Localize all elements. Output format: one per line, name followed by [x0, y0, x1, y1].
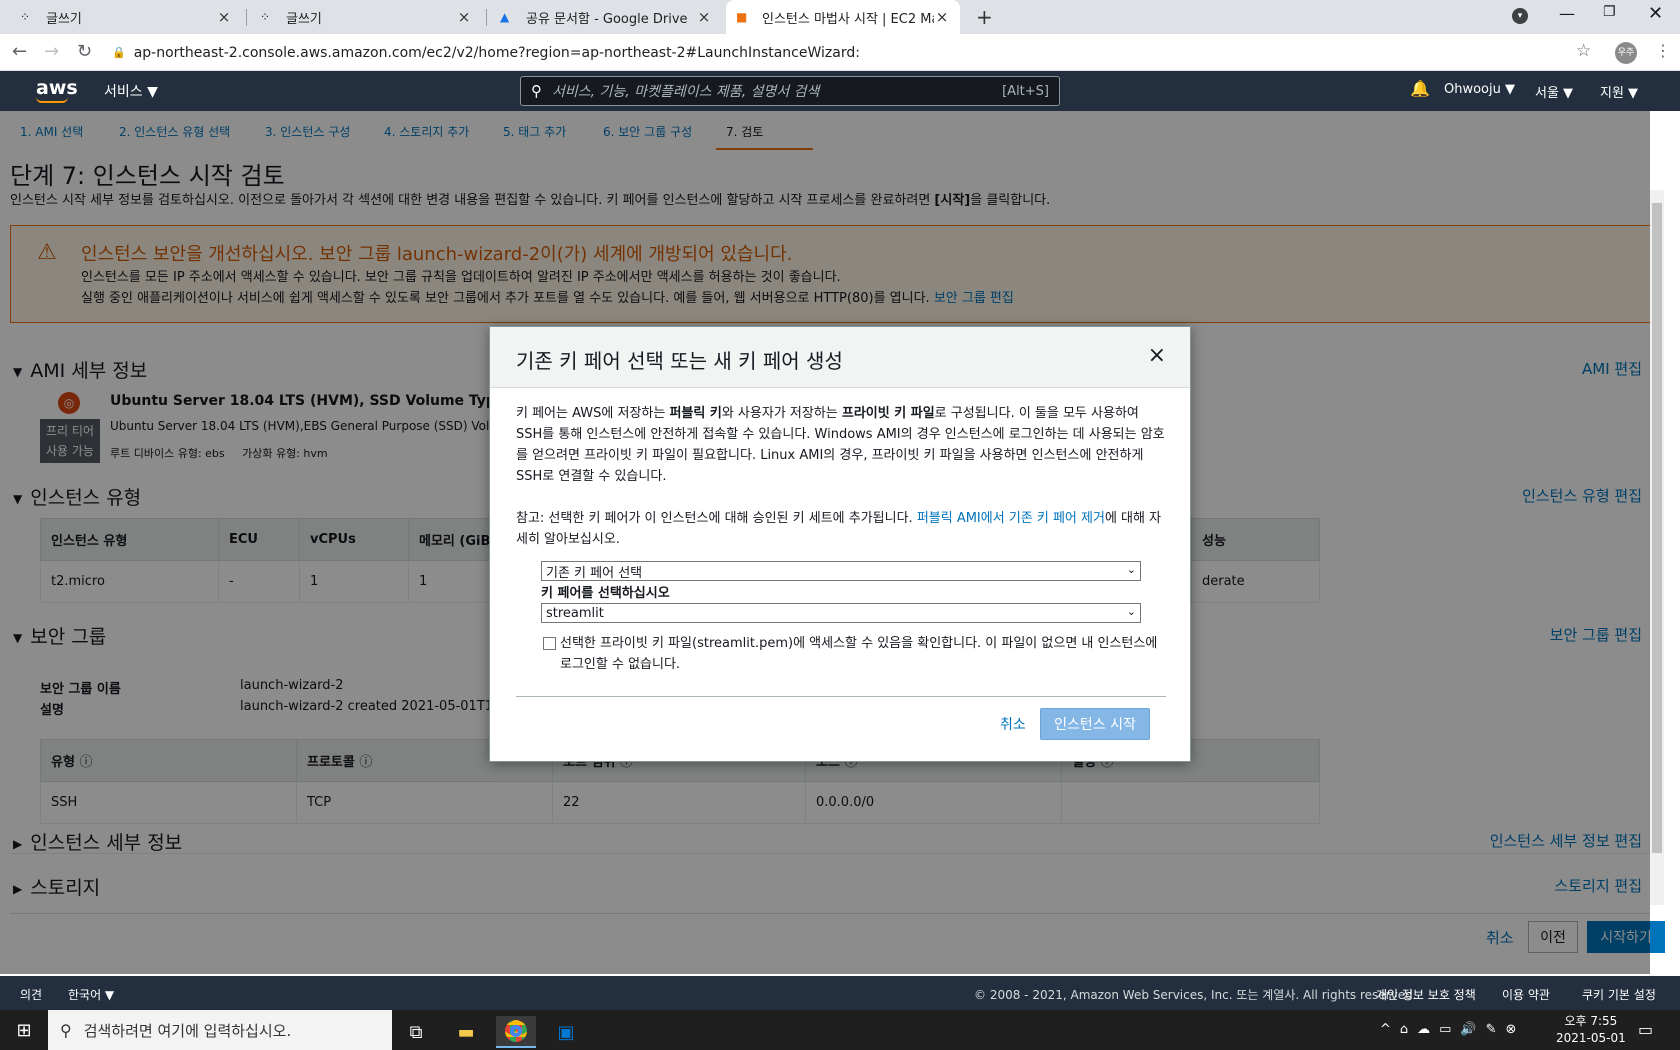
- tab-title: 공유 문서함 - Google Drive: [526, 11, 688, 27]
- feedback-link[interactable]: 의견: [20, 986, 42, 1003]
- dialog-title: 기존 키 페어 선택 또는 새 키 페어 생성: [516, 349, 843, 373]
- clock[interactable]: 오후 7:55 2021-05-01: [1556, 1013, 1626, 1047]
- dialog-header: 기존 키 페어 선택 또는 새 키 페어 생성 ×: [490, 327, 1190, 388]
- search-icon: ⚲: [531, 82, 542, 100]
- account-menu[interactable]: Ohwooju ▼: [1444, 82, 1515, 97]
- restore-icon[interactable]: ❐: [1603, 4, 1616, 20]
- system-tray-icons[interactable]: ^⌂☁▭🔊✎⊗: [1380, 1022, 1525, 1037]
- browser-tab-2[interactable]: ⁘ 글쓰기 ×: [250, 0, 482, 34]
- url-text: ap-northeast-2.console.aws.amazon.com/ec…: [133, 44, 860, 61]
- tab-search-icon[interactable]: ▾: [1512, 8, 1528, 24]
- cookies-link[interactable]: 쿠키 기본 설정: [1582, 986, 1656, 1003]
- dialog-close-icon[interactable]: ×: [1148, 343, 1166, 368]
- key-pair-select[interactable]: streamlit ⌄: [541, 603, 1141, 623]
- address-bar: ← → ↻ 🔒 ap-northeast-2.console.aws.amazo…: [0, 34, 1680, 71]
- aws-cube-icon: ■: [736, 10, 748, 24]
- profile-avatar[interactable]: 우주: [1615, 42, 1637, 64]
- back-icon[interactable]: ←: [12, 41, 27, 62]
- dialog-body: 키 페어는 AWS에 저장하는 퍼블릭 키와 사용자가 저장하는 프라이빗 키 …: [516, 403, 1168, 550]
- aws-top-nav: aws 서비스 ▼ ⚲ 서비스, 기능, 마켓플레이스 제품, 설명서 검색 […: [0, 71, 1680, 111]
- dialog-paragraph-1: 키 페어는 AWS에 저장하는 퍼블릭 키와 사용자가 저장하는 프라이빗 키 …: [516, 406, 1165, 484]
- task-view-icon[interactable]: ⧉: [396, 1016, 436, 1048]
- minimize-icon[interactable]: —: [1559, 4, 1575, 23]
- terms-link[interactable]: 이용 약관: [1502, 986, 1550, 1003]
- notifications-bell-icon[interactable]: 🔔: [1410, 79, 1430, 98]
- privacy-link[interactable]: 개인 정보 보호 정책: [1376, 986, 1476, 1003]
- tab-title: 글쓰기: [46, 11, 82, 27]
- language-select[interactable]: 한국어 ▼: [68, 986, 114, 1003]
- taskbar-search[interactable]: ⚲ 검색하려면 여기에 입력하십시오.: [48, 1010, 392, 1050]
- services-menu[interactable]: 서비스 ▼: [104, 81, 158, 101]
- tab-title: 인스턴스 마법사 시작 | EC2 Man: [762, 11, 934, 27]
- file-explorer-icon[interactable]: ▬: [446, 1016, 486, 1048]
- search-shortcut: [Alt+S]: [1002, 83, 1049, 99]
- taskbar-search-placeholder: 검색하려면 여기에 입력하십시오.: [83, 1021, 292, 1040]
- chevron-down-icon: ⌄: [1126, 605, 1136, 618]
- tab-title: 글쓰기: [286, 11, 322, 27]
- lock-icon: 🔒: [112, 46, 126, 59]
- bookmark-star-icon[interactable]: ☆: [1576, 41, 1591, 61]
- browser-tab-3[interactable]: ▲ 공유 문서함 - Google Drive ×: [490, 0, 722, 34]
- copyright: © 2008 - 2021, Amazon Web Services, Inc.…: [974, 988, 1417, 1002]
- remove-key-pair-link[interactable]: 퍼블릭 AMI에서 기존 키 페어 제거: [917, 511, 1105, 526]
- search-input[interactable]: ⚲ 서비스, 기능, 마켓플레이스 제품, 설명서 검색 [Alt+S]: [520, 76, 1060, 106]
- launch-instance-button[interactable]: 인스턴스 시작: [1040, 708, 1150, 740]
- close-tab-icon[interactable]: ×: [696, 8, 712, 26]
- url-field[interactable]: 🔒 ap-northeast-2.console.aws.amazon.com/…: [112, 38, 1592, 67]
- forward-icon[interactable]: →: [44, 41, 59, 62]
- chrome-icon[interactable]: [496, 1016, 536, 1048]
- scrollbar-thumb[interactable]: [1652, 203, 1662, 853]
- close-tab-icon[interactable]: ×: [456, 8, 472, 26]
- browser-tab-1[interactable]: ⁘ 글쓰기 ×: [10, 0, 242, 34]
- chevron-down-icon: ⌄: [1126, 563, 1136, 576]
- app-icon[interactable]: ▣: [546, 1016, 586, 1048]
- key-pair-label: 키 페어를 선택하십시오: [541, 586, 670, 601]
- key-pair-mode-select[interactable]: 기존 키 페어 선택 ⌄: [541, 561, 1141, 581]
- dialog-cancel-link[interactable]: 취소: [1000, 714, 1026, 734]
- search-icon: ⚲: [60, 1020, 72, 1040]
- windows-taskbar: ⊞ ⚲ 검색하려면 여기에 입력하십시오. ⧉ ▬ ▣ ^⌂☁▭🔊✎⊗ 오후 7…: [0, 1010, 1680, 1050]
- google-drive-icon: ▲: [500, 10, 510, 24]
- notification-center-icon[interactable]: ▭: [1638, 1020, 1653, 1039]
- browser-tab-4-active[interactable]: ■ 인스턴스 마법사 시작 | EC2 Man ×: [726, 0, 960, 34]
- aws-logo[interactable]: aws: [36, 77, 78, 103]
- close-tab-icon[interactable]: ×: [934, 8, 950, 26]
- windows-start-icon[interactable]: ⊞: [4, 1014, 44, 1046]
- new-tab-button[interactable]: +: [976, 5, 993, 29]
- acknowledge-checkbox[interactable]: [543, 637, 556, 650]
- tab-favicon-icon: ⁘: [20, 10, 31, 24]
- tab-favicon-icon: ⁘: [260, 10, 271, 24]
- browser-tab-bar: ⁘ 글쓰기 × ⁘ 글쓰기 × ▲ 공유 문서함 - Google Drive …: [0, 0, 1680, 34]
- close-tab-icon[interactable]: ×: [216, 8, 232, 26]
- key-pair-dialog: 기존 키 페어 선택 또는 새 키 페어 생성 × 키 페어는 AWS에 저장하…: [489, 326, 1191, 762]
- reload-icon[interactable]: ↻: [77, 41, 92, 62]
- close-window-icon[interactable]: ✕: [1648, 3, 1663, 24]
- acknowledge-text: 선택한 프라이빗 키 파일(streamlit.pem)에 액세스할 수 있음을…: [560, 636, 1158, 672]
- aws-footer: 의견 한국어 ▼ © 2008 - 2021, Amazon Web Servi…: [0, 976, 1680, 1010]
- dialog-paragraph-2: 참고: 선택한 키 페어가 이 인스턴스에 대해 승인된 키 세트에 추가됩니다…: [516, 511, 1162, 547]
- search-placeholder: 서비스, 기능, 마켓플레이스 제품, 설명서 검색: [552, 84, 820, 100]
- support-menu[interactable]: 지원 ▼: [1600, 82, 1638, 101]
- region-menu[interactable]: 서울 ▼: [1535, 82, 1573, 101]
- menu-icon[interactable]: ⋮: [1655, 41, 1671, 60]
